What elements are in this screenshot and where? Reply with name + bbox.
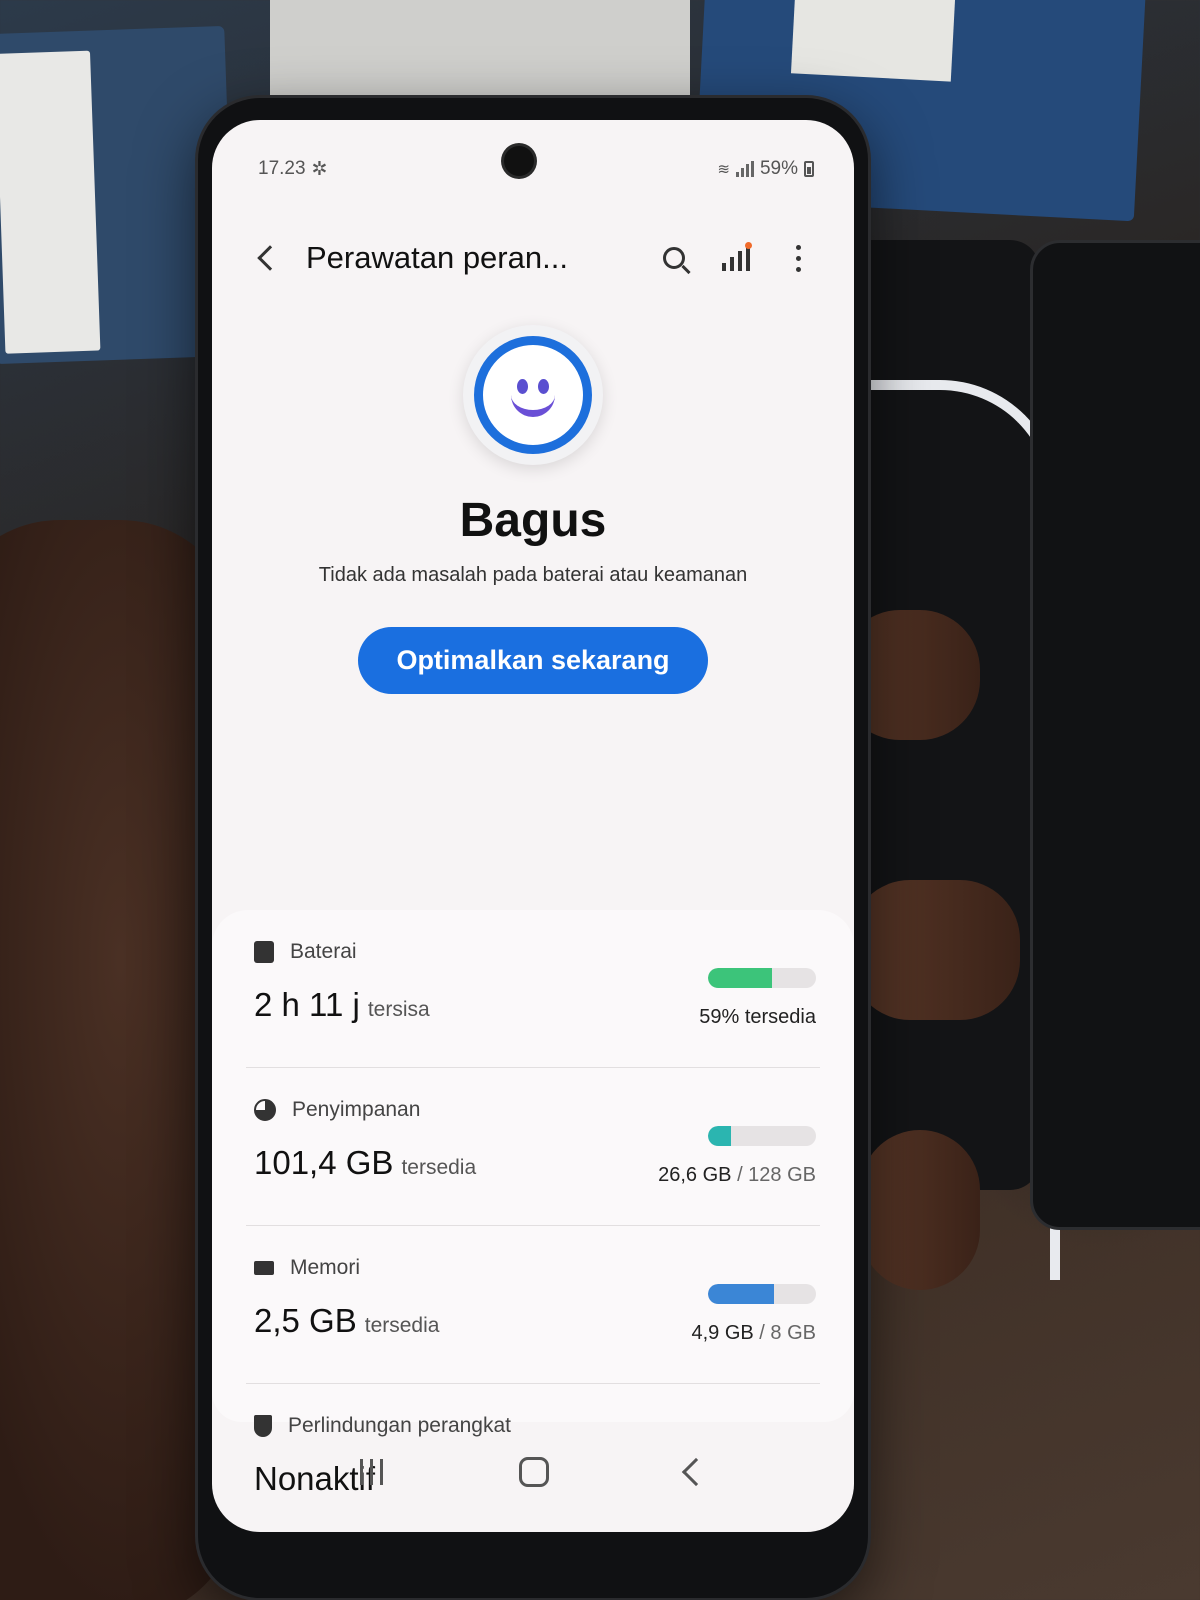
bar-chart-icon	[722, 245, 750, 271]
storage-item[interactable]: Penyimpanan 101,4 GB tersedia 26,6 GB / 1…	[246, 1068, 820, 1226]
memory-total: / 8 GB	[759, 1322, 816, 1344]
memory-available: 2,5 GB	[254, 1302, 357, 1339]
nav-back-button[interactable]	[681, 1457, 710, 1487]
more-vertical-icon	[795, 244, 801, 272]
background-label	[0, 50, 101, 354]
page-title: Perawatan peran...	[306, 240, 568, 275]
device-protection-label: Perlindungan perangkat	[288, 1414, 512, 1437]
memory-usage: 4,9 GB / 8 GB	[691, 1322, 816, 1345]
optimize-now-button[interactable]: Optimalkan sekarang	[358, 627, 708, 694]
more-options-button[interactable]	[772, 232, 824, 284]
storage-meter	[708, 1126, 816, 1146]
battery-label: Baterai	[290, 940, 357, 963]
home-button[interactable]	[519, 1457, 550, 1487]
memory-meter-fill	[708, 1284, 774, 1304]
storage-label: Penyimpanan	[292, 1098, 421, 1121]
memory-chip-icon	[254, 1261, 274, 1275]
search-icon	[663, 247, 685, 269]
memory-meter	[708, 1284, 816, 1304]
status-bar: 17.23 ✲ ≋ 59%	[258, 154, 814, 184]
battery-time-remaining: 2 h 11 j	[254, 986, 360, 1023]
device-care-list: Baterai 2 h 11 j tersisa 59% tersedia Pen…	[212, 910, 854, 1497]
battery-icon	[804, 161, 814, 177]
memory-item[interactable]: Memori 2,5 GB tersedia 4,9 GB / 8 GB	[246, 1226, 820, 1384]
storage-suffix: tersedia	[401, 1156, 477, 1179]
background-phone	[1030, 240, 1200, 1230]
finger	[850, 880, 1020, 1020]
notification-dot	[745, 242, 752, 249]
app-bar: Perawatan peran...	[242, 230, 824, 286]
finger	[860, 1130, 980, 1290]
settings-gear-icon: ✲	[311, 158, 328, 180]
battery-icon	[254, 941, 274, 963]
memory-suffix: tersedia	[364, 1314, 440, 1337]
memory-label: Memori	[290, 1256, 361, 1279]
memory-used: 4,9 GB	[691, 1322, 754, 1344]
status-smiley-icon	[463, 325, 603, 465]
battery-suffix: tersisa	[367, 998, 430, 1021]
device-status-hero: Bagus Tidak ada masalah pada baterai ata…	[212, 325, 854, 694]
back-button[interactable]	[242, 235, 288, 281]
battery-item[interactable]: Baterai 2 h 11 j tersisa 59% tersedia	[246, 910, 820, 1068]
signal-icon	[735, 161, 754, 177]
wifi-icon: ≋	[717, 161, 730, 178]
navigation-bar	[212, 1442, 854, 1502]
shield-icon	[254, 1415, 272, 1437]
back-arrow-icon	[257, 245, 283, 271]
status-title: Bagus	[459, 494, 607, 547]
background-label	[790, 0, 956, 82]
smartphone: 17.23 ✲ ≋ 59% Perawatan peran... Bagus T…	[198, 98, 868, 1598]
storage-total: / 128 GB	[737, 1164, 816, 1186]
battery-meter	[708, 968, 816, 988]
storage-meter-fill	[708, 1126, 731, 1146]
search-button[interactable]	[648, 232, 700, 284]
storage-used: 26,6 GB	[658, 1164, 732, 1186]
phone-screen: 17.23 ✲ ≋ 59% Perawatan peran... Bagus T…	[212, 120, 854, 1532]
battery-available: 59% tersedia	[699, 1006, 816, 1028]
battery-percent: 59%	[759, 158, 798, 179]
status-subtitle: Tidak ada masalah pada baterai atau keam…	[318, 564, 748, 586]
recents-button[interactable]	[360, 1459, 384, 1485]
battery-meter-fill	[708, 968, 772, 988]
storage-pie-icon	[254, 1099, 276, 1121]
clock: 17.23	[258, 158, 306, 179]
diagnostics-button[interactable]	[710, 232, 762, 284]
storage-usage: 26,6 GB / 128 GB	[658, 1164, 816, 1187]
storage-available: 101,4 GB	[254, 1144, 394, 1181]
